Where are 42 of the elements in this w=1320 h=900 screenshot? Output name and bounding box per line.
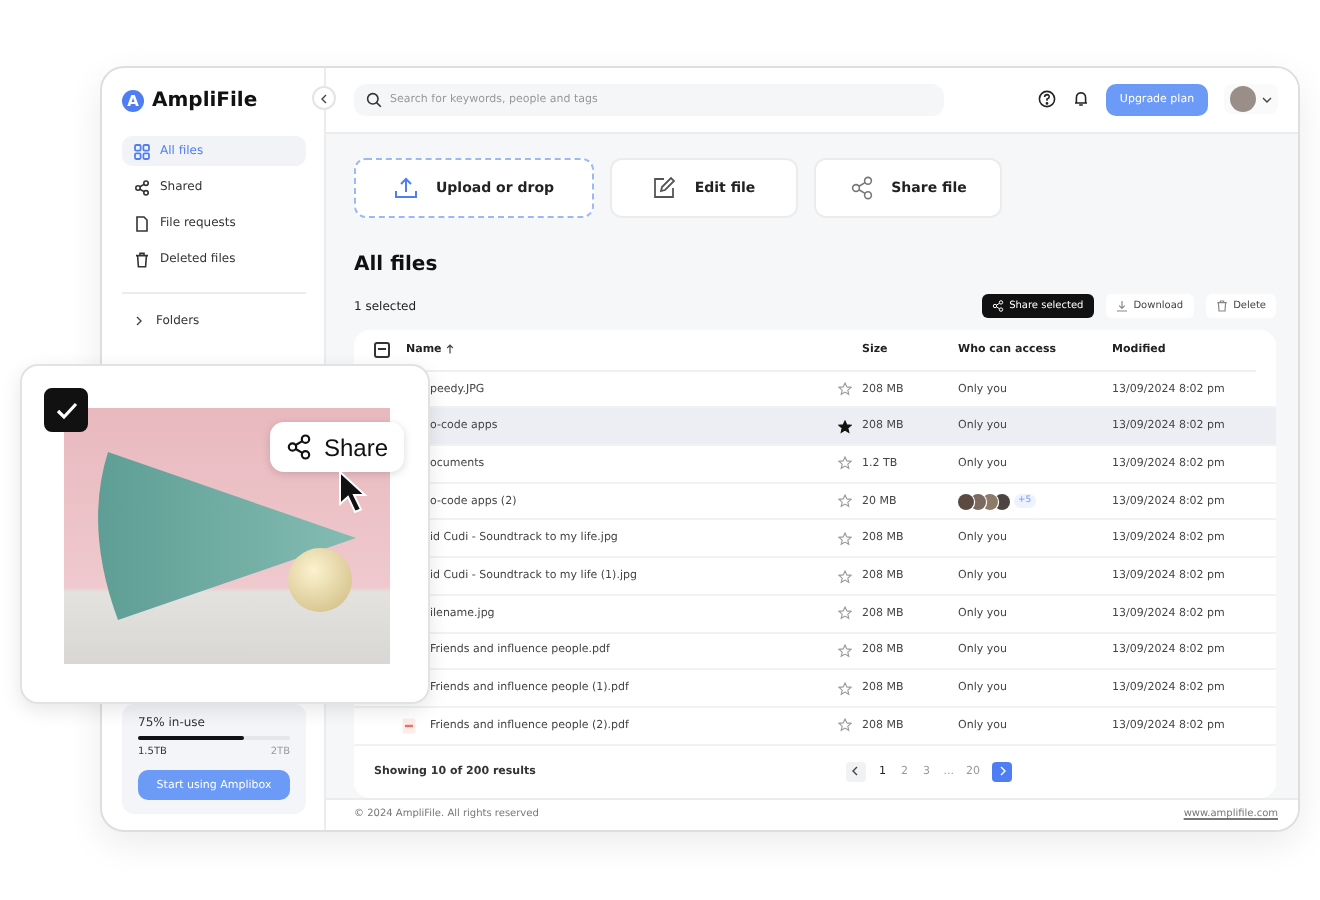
edit-icon — [652, 175, 677, 200]
collapse-button[interactable] — [312, 86, 336, 110]
section-title: All files — [354, 253, 440, 276]
sort-arrow-icon — [445, 344, 454, 355]
star-icon[interactable] — [837, 718, 851, 733]
chevron-right-icon — [999, 766, 1005, 777]
share-icon — [134, 179, 150, 195]
star-icon[interactable] — [837, 531, 851, 546]
star-icon[interactable] — [837, 569, 851, 584]
share-icon — [286, 434, 312, 460]
avatar — [1230, 86, 1256, 113]
star-icon[interactable] — [837, 419, 851, 434]
star-icon[interactable] — [837, 456, 851, 471]
file-icon — [134, 215, 150, 231]
chevron-right-icon — [134, 316, 144, 326]
help-icon[interactable] — [1038, 90, 1056, 109]
star-icon[interactable] — [837, 681, 851, 696]
grid-icon — [134, 143, 150, 159]
download-icon — [1115, 300, 1128, 313]
bell-icon[interactable] — [1072, 90, 1090, 109]
share-icon — [849, 175, 874, 200]
trash-icon — [134, 251, 150, 267]
chevron-left-icon — [852, 766, 859, 777]
upload-icon — [393, 175, 418, 200]
checkbox[interactable] — [44, 388, 88, 432]
star-icon[interactable] — [837, 643, 851, 658]
trash-icon — [1215, 300, 1228, 313]
pdf-file-icon — [402, 717, 416, 734]
previous-page-button[interactable] — [845, 761, 866, 782]
brand-name: AmpliFile — [152, 89, 258, 111]
star-icon[interactable] — [837, 606, 851, 621]
chevron-down-icon — [1262, 95, 1272, 104]
star-icon[interactable] — [837, 494, 851, 509]
next-page-button[interactable] — [992, 761, 1012, 782]
chevron-left-icon — [320, 93, 328, 103]
share-button[interactable]: Share — [270, 422, 405, 472]
checkmark-icon — [55, 401, 77, 419]
share-icon — [991, 300, 1004, 313]
star-icon[interactable] — [837, 382, 851, 397]
account-menu[interactable] — [1224, 84, 1278, 115]
search-icon — [366, 91, 382, 108]
select-all-checkbox[interactable] — [374, 341, 390, 358]
